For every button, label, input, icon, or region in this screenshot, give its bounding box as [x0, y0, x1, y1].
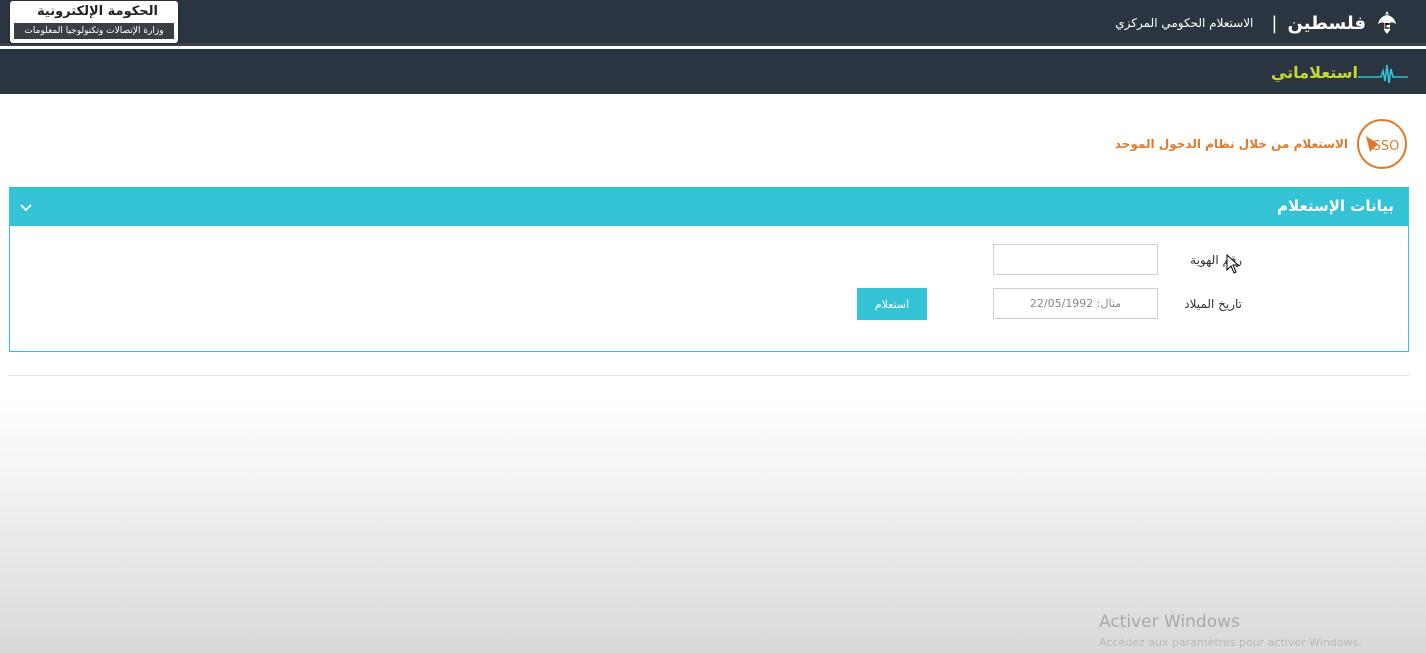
sso-icon: SSO: [1357, 119, 1407, 169]
header-separator: |: [1271, 12, 1278, 34]
country-name: فلسطين: [1287, 12, 1366, 34]
top-header: الحكومة الإلكترونية وزارة الإتصالات وتكن…: [0, 0, 1426, 46]
birth-date-input[interactable]: [993, 288, 1158, 319]
activation-watermark-subtitle: Accédez aux paramètres pour activer Wind…: [1099, 636, 1362, 649]
app-logo-text: استعلاماتي: [1270, 62, 1358, 82]
egov-brand[interactable]: الحكومة الإلكترونية وزارة الإتصالات وتكن…: [10, 1, 178, 43]
activation-watermark-title: Activer Windows: [1099, 612, 1240, 632]
inquiry-panel: بيانات الإستعلام رقم الهوية تاريخ الميلا…: [9, 187, 1409, 352]
pulse-wave-icon: [1358, 64, 1408, 84]
id-number-input[interactable]: [993, 244, 1158, 275]
country-brand[interactable]: فلسطين | الاستعلام الحكومي المركزي: [1115, 10, 1398, 36]
birth-date-label: تاريخ الميلاد: [1184, 297, 1242, 311]
mouse-cursor-icon: [1226, 254, 1240, 274]
app-bar: استعلاماتي: [0, 49, 1426, 94]
submit-inquiry-button[interactable]: استعلام: [857, 288, 927, 320]
sso-login-link[interactable]: SSO الاستعلام من خلال نظام الدخول الموحد: [1115, 118, 1408, 170]
app-logo[interactable]: استعلاماتي: [1271, 57, 1408, 87]
sso-icon-text: SSO: [1373, 139, 1400, 154]
brand-subtitle: وزارة الإتصالات وتكنولوجيا المعلومات: [14, 23, 174, 39]
panel-header[interactable]: بيانات الإستعلام: [10, 188, 1408, 226]
brand-title: الحكومة الإلكترونية: [37, 4, 158, 19]
service-name: الاستعلام الحكومي المركزي: [1115, 16, 1254, 30]
eagle-emblem-icon: [1378, 11, 1396, 34]
chevron-down-icon[interactable]: [18, 199, 34, 215]
content-divider: [9, 375, 1409, 376]
panel-title: بيانات الإستعلام: [1277, 197, 1394, 215]
sso-label: الاستعلام من خلال نظام الدخول الموحد: [1114, 137, 1348, 151]
